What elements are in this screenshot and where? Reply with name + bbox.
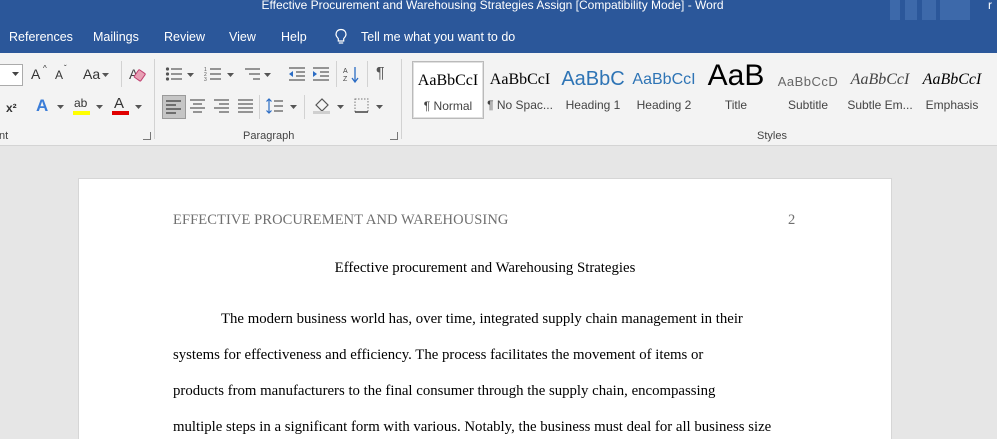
style-preview: AaBbCcI <box>922 71 982 88</box>
paragraph-dialog-launcher[interactable] <box>390 132 398 140</box>
style-name: Title <box>724 98 748 112</box>
style-preview: AaBbCcD <box>777 74 839 89</box>
style-preview: AaBbCcI <box>489 71 551 88</box>
chevron-down-icon <box>337 105 344 109</box>
styles-gallery: AaBbCcI ¶ Normal AaBbCcI ¶ No Spac... Aa… <box>405 53 997 129</box>
svg-text:A: A <box>343 68 348 75</box>
style-normal[interactable]: AaBbCcI ¶ Normal <box>412 61 484 119</box>
grow-font-button[interactable]: A <box>31 66 40 82</box>
style-name: Heading 1 <box>565 98 621 112</box>
style-name: Emphasis <box>925 98 979 112</box>
chevron-down-icon <box>227 73 234 77</box>
style-preview: AaBbCcI <box>632 71 696 88</box>
style-name: Heading 2 <box>636 98 692 112</box>
tell-me-search[interactable]: Tell me what you want to do <box>361 30 515 44</box>
style-heading-1[interactable]: AaBbC Heading 1 <box>558 61 628 117</box>
show-formatting-marks-button[interactable]: ¶ <box>376 65 385 83</box>
style-name: Subtitle <box>787 98 829 112</box>
divider <box>304 95 305 119</box>
style-name: ¶ Normal <box>423 99 473 113</box>
align-center-icon[interactable] <box>190 99 206 113</box>
divider <box>154 59 155 139</box>
tab-help[interactable]: Help <box>281 30 307 44</box>
page-number: 2 <box>788 212 796 228</box>
paragraph-line: multiple steps in a significant form wit… <box>173 419 772 435</box>
document-title: Effective procurement and Warehousing St… <box>334 260 636 276</box>
font-size-box[interactable] <box>0 64 23 86</box>
style-title[interactable]: AaB Title <box>701 59 771 117</box>
shrink-font-button[interactable]: A <box>55 68 63 82</box>
highlight-button[interactable]: ab <box>74 96 87 110</box>
chevron-down-icon <box>102 73 109 77</box>
font-color-swatch <box>112 111 129 115</box>
divider <box>121 61 122 87</box>
align-left-icon <box>166 100 181 114</box>
chevron-down-icon <box>187 73 194 77</box>
style-emphasis[interactable]: AaBbCcI Emphasis <box>917 61 987 117</box>
tab-review[interactable]: Review <box>164 30 205 44</box>
style-preview: AaBbCcI <box>417 72 479 89</box>
running-head: EFFECTIVE PROCUREMENT AND WAREHOUSING <box>173 212 509 228</box>
borders-icon[interactable] <box>354 98 370 114</box>
svg-text:Z: Z <box>343 76 348 83</box>
multilevel-list-icon[interactable] <box>243 66 261 82</box>
paragraph-group-label: Paragraph <box>243 130 295 142</box>
shading-icon[interactable] <box>313 96 331 114</box>
highlight-color-swatch <box>73 111 90 115</box>
paragraph-line: The modern business world has, over time… <box>221 311 743 327</box>
chevron-down-icon <box>57 105 64 109</box>
font-dialog-launcher[interactable] <box>143 132 151 140</box>
styles-group-label: Styles <box>757 130 787 142</box>
grow-font-caret-icon: ^ <box>43 64 47 73</box>
style-preview: AaBbC <box>561 68 625 90</box>
style-subtitle[interactable]: AaBbCcD Subtitle <box>773 61 843 117</box>
paragraph-line: products from manufacturers to the final… <box>173 383 716 399</box>
tab-mailings[interactable]: Mailings <box>93 30 139 44</box>
style-name: Subtle Em... <box>847 98 913 112</box>
align-right-icon[interactable] <box>214 99 230 113</box>
font-color-button[interactable]: A <box>114 95 124 112</box>
window-title: Effective Procurement and Warehousing St… <box>261 0 724 12</box>
ribbon-tab-bar: References Mailings Review View Help Tel… <box>0 20 997 53</box>
numbering-icon[interactable]: 123 <box>204 66 222 82</box>
style-preview: AaB <box>707 59 765 92</box>
user-initial[interactable]: r <box>988 0 992 12</box>
style-preview: AaBbCcI <box>850 71 910 88</box>
sort-icon[interactable]: AZ <box>343 65 361 83</box>
change-case-button[interactable]: Aa <box>83 66 100 82</box>
font-group-label: nt <box>0 130 9 142</box>
text-effects-button[interactable]: A <box>36 96 48 116</box>
chevron-down-icon <box>290 105 297 109</box>
lightbulb-icon[interactable] <box>334 28 348 46</box>
divider <box>367 61 368 87</box>
divider <box>336 61 337 87</box>
superscript-button[interactable]: x² <box>6 101 17 115</box>
style-name: ¶ No Spac... <box>487 98 553 112</box>
tab-view[interactable]: View <box>229 30 256 44</box>
chevron-down-icon <box>12 72 19 76</box>
document-page[interactable]: EFFECTIVE PROCUREMENT AND WAREHOUSING 2 … <box>79 179 891 439</box>
divider <box>401 59 402 139</box>
svg-text:3: 3 <box>204 77 207 82</box>
ribbon-home: A ^ A ˇ Aa A x² A ab A nt 123 AZ ¶ Parag… <box>0 53 997 146</box>
increase-indent-icon[interactable] <box>312 66 330 82</box>
decrease-indent-icon[interactable] <box>288 66 306 82</box>
title-bar: Effective Procurement and Warehousing St… <box>0 0 997 20</box>
bullets-icon[interactable] <box>165 66 183 82</box>
paragraph-line: systems for effectiveness and efficiency… <box>173 347 704 363</box>
chevron-down-icon <box>376 105 383 109</box>
chevron-down-icon <box>264 73 271 77</box>
style-heading-2[interactable]: AaBbCcI Heading 2 <box>629 61 699 117</box>
line-spacing-icon[interactable] <box>266 97 284 115</box>
justify-icon[interactable] <box>238 99 254 113</box>
divider <box>259 95 260 119</box>
chevron-down-icon <box>135 105 142 109</box>
style-no-spacing[interactable]: AaBbCcI ¶ No Spac... <box>485 61 555 117</box>
align-left-button[interactable] <box>162 95 186 119</box>
chevron-down-icon <box>96 105 103 109</box>
style-subtle-emphasis[interactable]: AaBbCcI Subtle Em... <box>845 61 915 117</box>
shrink-font-caret-icon: ˇ <box>64 64 67 73</box>
tab-references[interactable]: References <box>9 30 73 44</box>
clear-formatting-icon[interactable]: A <box>128 65 146 83</box>
